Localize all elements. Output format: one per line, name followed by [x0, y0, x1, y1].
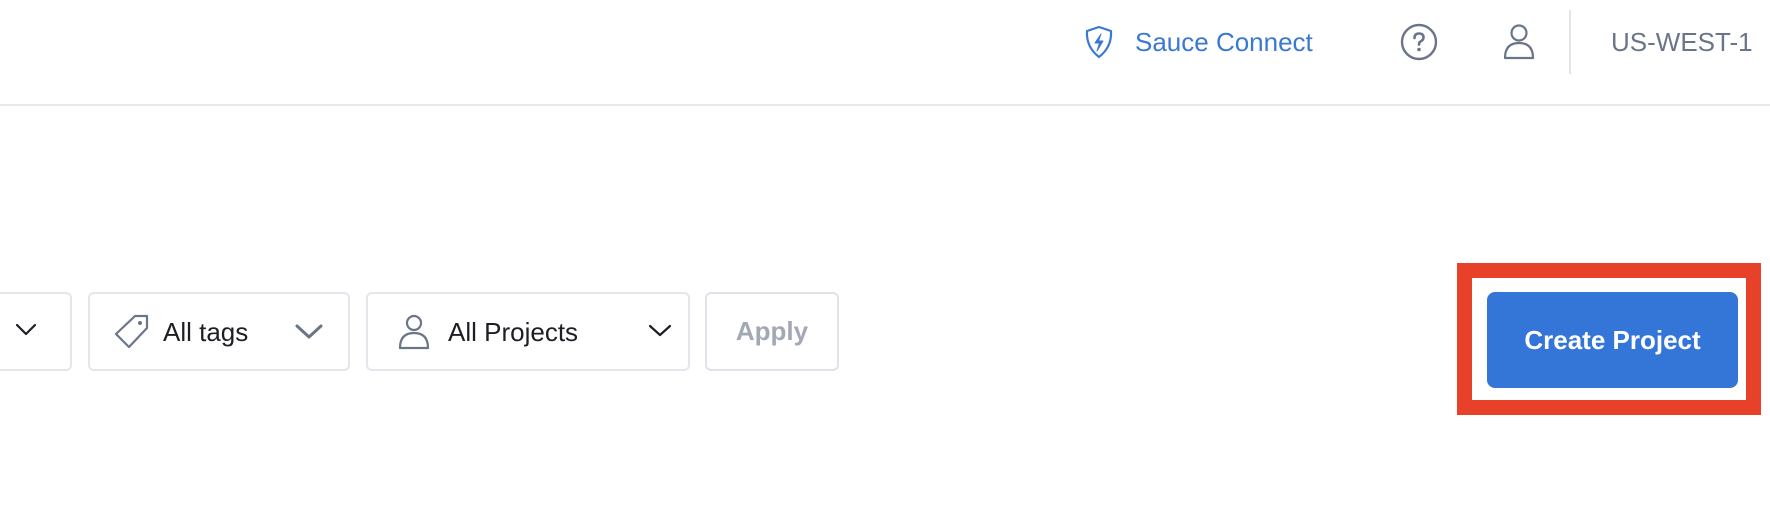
- top-header: Sauce Connect US-WEST-1: [0, 0, 1770, 106]
- sauce-connect-label: Sauce Connect: [1135, 26, 1313, 57]
- header-divider: [1569, 10, 1571, 74]
- shield-bolt-icon: [1085, 25, 1113, 59]
- projects-dropdown[interactable]: All Projects: [366, 292, 690, 371]
- sauce-connect-link[interactable]: Sauce Connect: [1083, 22, 1313, 62]
- user-icon: [398, 314, 430, 350]
- tags-dropdown[interactable]: All tags: [88, 292, 350, 371]
- filter-dropdown[interactable]: [0, 292, 72, 371]
- apply-button[interactable]: Apply: [705, 292, 839, 371]
- chevron-down-icon: [295, 324, 323, 339]
- tags-dropdown-label: All tags: [163, 317, 249, 347]
- region-selector[interactable]: US-WEST-1: [1611, 22, 1753, 62]
- help-icon[interactable]: [1400, 23, 1438, 61]
- create-project-button[interactable]: Create Project: [1487, 292, 1738, 388]
- tag-icon: [114, 314, 149, 349]
- projects-dropdown-label: All Projects: [448, 317, 579, 347]
- chevron-down-icon: [648, 324, 672, 337]
- user-icon[interactable]: [1502, 23, 1536, 61]
- chevron-down-icon: [15, 323, 37, 336]
